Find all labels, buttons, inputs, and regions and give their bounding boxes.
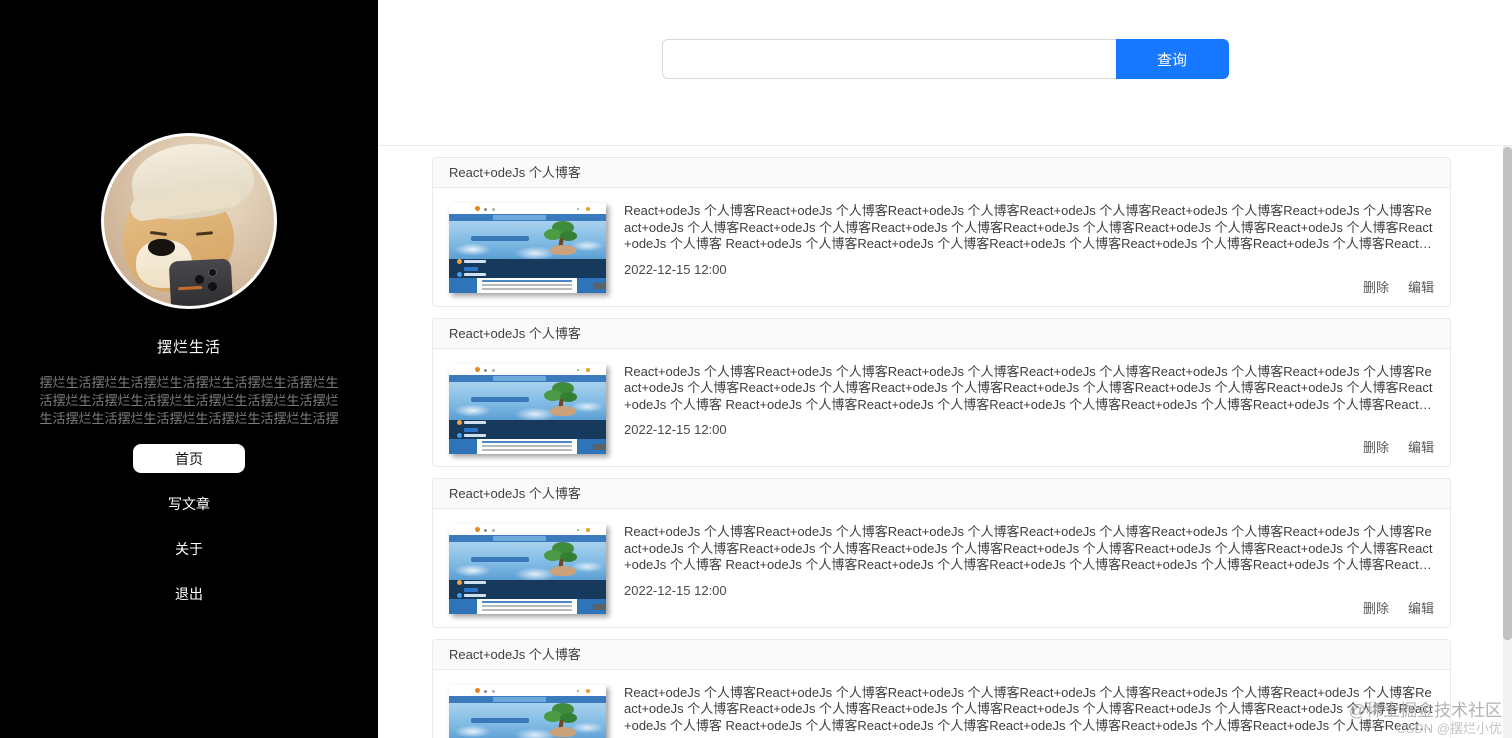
thumb-site-header [449, 203, 606, 214]
post-actions: 删除 编辑 [624, 277, 1434, 296]
post-card-body: React+odeJs 个人博客React+odeJs 个人博客React+od… [433, 509, 1450, 627]
thumb-header-accent [586, 528, 590, 532]
thumb-hero-sky [449, 221, 606, 259]
post-excerpt: React+odeJs 个人博客React+odeJs 个人博客React+od… [624, 203, 1434, 251]
post-excerpt: React+odeJs 个人博客React+odeJs 个人博客React+od… [624, 363, 1434, 412]
thumb-logo [475, 527, 480, 532]
thumb-header-accent [586, 367, 590, 372]
thumb-footer [449, 278, 606, 293]
thumb-logo [475, 206, 480, 211]
phone-icon [168, 258, 234, 306]
post-date: 2022-12-15 12:00 [624, 582, 727, 598]
post-card-body: React+odeJs 个人博客React+odeJs 个人博客React+od… [433, 188, 1450, 306]
thumb-navbar [449, 535, 606, 542]
thumb-corner-widget [593, 443, 606, 450]
post-card: React+odeJs 个人博客 React+odeJs 个人博客React+o… [432, 638, 1451, 738]
thumb-bonsai-tree [542, 381, 582, 416]
thumb-hero-sky [449, 702, 606, 738]
avatar [101, 133, 277, 309]
thumb-bonsai-tree [542, 702, 582, 737]
thumb-footer [449, 438, 606, 454]
thumb-header-accent [586, 688, 590, 693]
thumb-logo [475, 366, 480, 372]
post-content: React+odeJs 个人博客React+odeJs 个人博客React+od… [624, 203, 1434, 296]
thumb-navbar [449, 374, 606, 382]
scrollbar-thumb[interactable] [1503, 147, 1512, 640]
post-thumbnail [449, 524, 606, 614]
thumb-corner-widget [593, 283, 606, 289]
post-excerpt: React+odeJs 个人博客React+odeJs 个人博客React+od… [624, 684, 1434, 733]
post-content: React+odeJs 个人博客React+odeJs 个人博客React+od… [624, 364, 1434, 457]
thumb-site-header [449, 684, 606, 696]
thumb-site-header [449, 524, 606, 535]
post-card-body: React+odeJs 个人博客React+odeJs 个人博客React+od… [433, 349, 1450, 467]
thumb-feature-band [449, 580, 606, 611]
thumb-feature-band [449, 259, 606, 290]
sidebar: 摆烂生活 摆烂生活摆烂生活摆烂生活摆烂生活摆烂生活摆烂生活摆烂生活摆烂生活摆烂生… [0, 0, 378, 738]
post-thumbnail [449, 203, 606, 293]
edit-link[interactable]: 编辑 [1408, 437, 1434, 456]
search-bar: 查询 [661, 39, 1229, 79]
delete-link[interactable]: 删除 [1363, 437, 1389, 456]
thumb-hero-sky [449, 381, 606, 420]
thumb-headline [471, 717, 529, 723]
sidebar-item-logout[interactable]: 退出 [133, 579, 245, 608]
post-thumbnail [449, 684, 606, 738]
thumb-hero-sky [449, 542, 606, 580]
post-list: React+odeJs 个人博客 React+odeJs 个人博客React+o… [378, 146, 1512, 738]
post-thumbnail [449, 363, 606, 454]
post-content: React+odeJs 个人博客React+odeJs 个人博客React+od… [624, 524, 1434, 617]
thumb-site-header [449, 363, 606, 375]
post-card-body: React+odeJs 个人博客React+odeJs 个人博客React+od… [433, 670, 1450, 738]
scrollbar[interactable] [1503, 146, 1512, 738]
post-title: React+odeJs 个人博客 [433, 158, 1450, 188]
thumb-headline [471, 396, 529, 402]
thumb-navbar [449, 695, 606, 703]
thumb-headline [471, 557, 529, 562]
post-card: React+odeJs 个人博客 React+odeJs 个人博客React+o… [432, 317, 1451, 467]
sidebar-item-write-article[interactable]: 写文章 [133, 489, 245, 518]
search-input[interactable] [661, 39, 1116, 79]
thumb-feature-band [449, 419, 606, 451]
thumb-navbar [449, 214, 606, 221]
post-card: React+odeJs 个人博客 React+odeJs 个人博客React+o… [432, 157, 1451, 307]
search-section: 查询 [378, 0, 1512, 146]
thumb-header-accent [586, 207, 590, 211]
post-excerpt: React+odeJs 个人博客React+odeJs 个人博客React+od… [624, 524, 1434, 572]
edit-link[interactable]: 编辑 [1408, 598, 1434, 617]
post-actions: 删除 编辑 [624, 598, 1434, 617]
post-date: 2022-12-15 12:00 [624, 422, 727, 437]
post-content: React+odeJs 个人博客React+odeJs 个人博客React+od… [624, 685, 1434, 738]
phone-camera-lenses [208, 268, 217, 277]
edit-link[interactable]: 编辑 [1408, 277, 1434, 296]
sidebar-item-home[interactable]: 首页 [133, 444, 245, 473]
profile-name: 摆烂生活 [156, 339, 221, 356]
post-title: React+odeJs 个人博客 [433, 318, 1450, 349]
search-button[interactable]: 查询 [1115, 39, 1229, 79]
profile-bio: 摆烂生活摆烂生活摆烂生活摆烂生活摆烂生活摆烂生活摆烂生活摆烂生活摆烂生活摆烂生活… [39, 375, 339, 426]
thumb-bonsai-tree [542, 221, 582, 255]
dog-nose [148, 239, 175, 256]
post-date: 2022-12-15 12:00 [624, 261, 727, 277]
post-title: React+odeJs 个人博客 [433, 479, 1450, 509]
thumb-headline [471, 236, 529, 241]
sidebar-item-about[interactable]: 关于 [133, 534, 245, 563]
thumb-bonsai-tree [542, 542, 582, 576]
post-title: React+odeJs 个人博客 [433, 639, 1450, 670]
post-card: React+odeJs 个人博客 React+odeJs 个人博客React+o… [432, 478, 1451, 628]
thumb-logo [475, 687, 480, 693]
post-actions: 删除 编辑 [624, 437, 1434, 456]
delete-link[interactable]: 删除 [1363, 598, 1389, 617]
thumb-corner-widget [593, 604, 606, 610]
delete-link[interactable]: 删除 [1363, 277, 1389, 296]
thumb-footer [449, 599, 606, 614]
main-content: 查询 React+odeJs 个人博客 React+odeJs 个人博客Reac… [378, 0, 1512, 738]
